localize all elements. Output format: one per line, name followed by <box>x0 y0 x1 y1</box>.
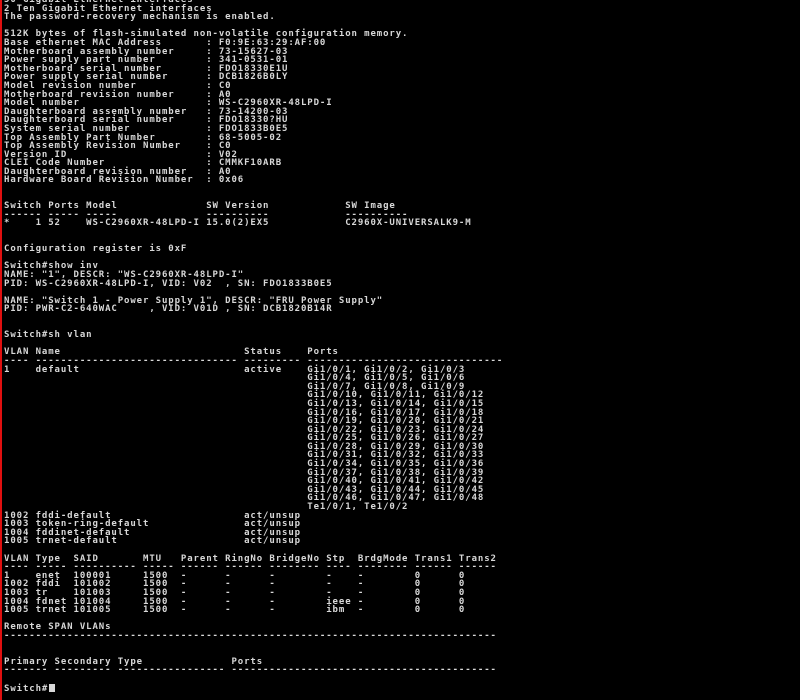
terminal-line: PID: WS-C2960XR-48LPD-I, VID: V02 , SN: … <box>4 278 333 289</box>
terminal-line: ----------------------------------------… <box>4 630 497 641</box>
terminal-line: Switch#sh vlan <box>4 330 93 341</box>
terminal-line: PID: PWR-C2-640WAC , VID: V01D , SN: DCB… <box>4 304 333 315</box>
terminal-window[interactable]: 50 Gigabit Ethernet interfaces 2 Ten Giga… <box>0 0 800 700</box>
terminal-line: The password-recovery mechanism is enabl… <box>4 12 276 23</box>
terminal-line: 1005 trnet 101005 1500 - - - ibm - 0 0 <box>4 605 466 616</box>
terminal-line: Hardware Board Revision Number : 0x06 <box>4 175 245 186</box>
terminal-line: ------- --------- ----------------- ----… <box>4 665 497 676</box>
terminal-line: * 1 52 WS-C2960XR-48LPD-I 15.0(2)EX5 C29… <box>4 218 472 229</box>
terminal-line: 1005 trnet-default act/unsup <box>4 536 301 547</box>
terminal-prompt-line[interactable]: Switch# <box>4 683 503 693</box>
terminal-line: Configuration register is 0xF <box>4 244 188 255</box>
terminal-cursor <box>49 683 56 692</box>
terminal-output[interactable]: 50 Gigabit Ethernet interfaces 2 Ten Giga… <box>4 0 503 693</box>
